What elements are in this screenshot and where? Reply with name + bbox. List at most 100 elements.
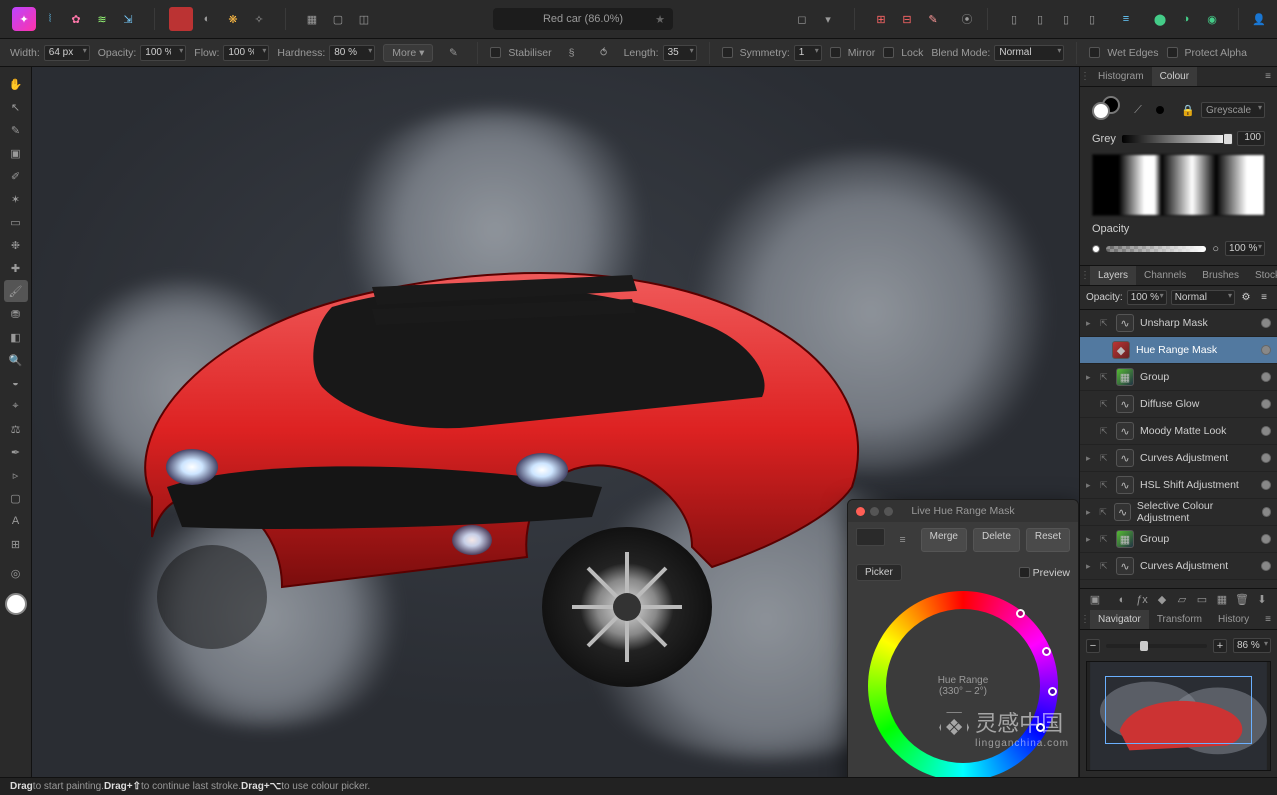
hue-handle-2[interactable]	[1042, 647, 1051, 656]
layer-row[interactable]: ⇱∿Diffuse Glow	[1080, 391, 1277, 418]
snap-icon[interactable]: ⊞	[869, 7, 893, 31]
disclosure-icon[interactable]: ▸	[1086, 372, 1094, 383]
layer-row[interactable]: ▸⇱∿Curves Adjustment	[1080, 553, 1277, 580]
heal-tool-icon[interactable]: ✚	[4, 257, 28, 279]
crop-tool-icon[interactable]: ▣	[4, 142, 28, 164]
hue-wheel[interactable]: Hue Range (330° – 2°)	[868, 591, 1058, 777]
mirror-check[interactable]	[830, 47, 841, 58]
boolean-intersect-icon[interactable]: ◉	[1200, 7, 1224, 31]
layer-row[interactable]: ▸⇱∿Selective Colour Adjustment	[1080, 499, 1277, 526]
zoom-in-button[interactable]: +	[1213, 639, 1227, 653]
persona-liquify-icon[interactable]: ✿	[64, 7, 88, 31]
select-invert-icon[interactable]: ◫	[352, 7, 376, 31]
rope-mode-icon[interactable]: §	[560, 41, 584, 65]
panel-menu-icon[interactable]: ≡	[1259, 71, 1277, 82]
tab-channels[interactable]: Channels	[1136, 266, 1194, 285]
gradient-icon[interactable]: ◐	[195, 7, 219, 31]
crop-icon[interactable]: ▱	[1173, 592, 1191, 608]
window-mode-icon[interactable]: ⥀	[592, 41, 616, 65]
selection-brush-tool-icon[interactable]: ✐	[4, 165, 28, 187]
preset-select[interactable]	[856, 528, 885, 546]
wet-check[interactable]	[1089, 47, 1100, 58]
blend-select[interactable]	[994, 45, 1064, 61]
fg-bg-swatches[interactable]	[1092, 96, 1120, 124]
length-input[interactable]	[663, 45, 697, 61]
disclosure-icon[interactable]: ▸	[1086, 534, 1094, 545]
spray-tool-icon[interactable]: ❉	[4, 234, 28, 256]
layer-row[interactable]: ▸⇱∿Curves Adjustment	[1080, 445, 1277, 472]
brush-preview-icon[interactable]: ✎	[441, 41, 465, 65]
move-tool-icon[interactable]: ↖	[4, 96, 28, 118]
grey-value[interactable]: 100	[1237, 131, 1265, 146]
opacity-handle-icon[interactable]	[1092, 245, 1100, 253]
disclosure-icon[interactable]: ▸	[1086, 453, 1094, 464]
more-button[interactable]: More ▾	[383, 44, 433, 62]
mesh-tool-icon[interactable]: ⊞	[4, 533, 28, 555]
preset-menu-icon[interactable]: ≡	[891, 528, 915, 552]
force-pixel-icon[interactable]: ✎	[921, 7, 945, 31]
tab-navigator[interactable]: Navigator	[1090, 610, 1149, 629]
group-icon[interactable]: ▭	[1193, 592, 1211, 608]
tab-transform[interactable]: Transform	[1149, 610, 1210, 629]
zoom-out-button[interactable]: −	[1086, 639, 1100, 653]
view-reset-icon[interactable]: ◎	[4, 562, 28, 584]
colour-model-select[interactable]	[1201, 102, 1265, 118]
layer-opacity-input[interactable]	[1127, 290, 1167, 305]
hue-handle-1[interactable]	[1016, 609, 1025, 618]
lock-check[interactable]	[883, 47, 894, 58]
arrange-forward-icon[interactable]: ▯	[1054, 7, 1078, 31]
layer-row[interactable]: ▸⇱▦Group	[1080, 364, 1277, 391]
tab-stock[interactable]: Stock	[1247, 266, 1277, 285]
node-tool-icon[interactable]: ▹	[4, 464, 28, 486]
layer-row[interactable]: ⇱∿Moody Matte Look	[1080, 418, 1277, 445]
hue-range-dialog[interactable]: Live Hue Range Mask ≡ Merge Delete Reset…	[847, 499, 1079, 777]
disclosure-icon[interactable]: ▸	[1086, 480, 1094, 491]
panel-grip-icon[interactable]: ⋮	[1080, 71, 1090, 82]
visibility-toggle[interactable]	[1261, 318, 1271, 328]
persona-photo-icon[interactable]: ⦚	[38, 7, 62, 31]
eraser-tool-icon[interactable]: ◧	[4, 326, 28, 348]
disclosure-icon[interactable]: ▸	[1086, 507, 1093, 518]
colour-picker-tool-icon[interactable]: ✎	[4, 119, 28, 141]
dropdown-icon[interactable]: ▾	[816, 7, 840, 31]
symmetry-input[interactable]	[794, 45, 822, 61]
dialog-titlebar[interactable]: Live Hue Range Mask	[848, 500, 1078, 522]
marquee-tool-icon[interactable]: ▭	[4, 211, 28, 233]
visibility-toggle[interactable]	[1261, 345, 1271, 355]
sample-swatch-icon[interactable]	[169, 7, 193, 31]
lock-colour-icon[interactable]: 🔒	[1181, 104, 1195, 117]
clone-tool-icon[interactable]: ⌖	[4, 395, 28, 417]
eyedropper-icon[interactable]: ⟋	[1126, 98, 1150, 122]
panel-grip-icon[interactable]: ⋮	[1080, 270, 1090, 281]
flow-input[interactable]	[223, 45, 269, 61]
account-icon[interactable]: 👤	[1247, 7, 1271, 31]
noise-toggle-icon[interactable]: ○	[1212, 243, 1219, 255]
disclosure-icon[interactable]: ▸	[1086, 561, 1094, 572]
arrange-front-icon[interactable]: ▯	[1080, 7, 1104, 31]
picker-button[interactable]: Picker	[856, 564, 902, 581]
visibility-toggle[interactable]	[1261, 426, 1271, 436]
hue-handle-4[interactable]	[1036, 723, 1045, 732]
foreground-swatch[interactable]	[5, 593, 27, 615]
zoom-tool-icon[interactable]: 🔍	[4, 349, 28, 371]
tab-history[interactable]: History	[1210, 610, 1257, 629]
tab-layers[interactable]: Layers	[1090, 266, 1136, 285]
hand-tool-icon[interactable]: ✋	[4, 73, 28, 95]
favourite-icon[interactable]: ★	[655, 13, 665, 26]
flood-select-tool-icon[interactable]: ✶	[4, 188, 28, 210]
visibility-toggle[interactable]	[1261, 453, 1271, 463]
panel-grip-icon[interactable]: ⋮	[1080, 614, 1090, 625]
adjustment-icon[interactable]: ◐	[1113, 592, 1131, 608]
layer-row[interactable]: ▸⇱∿HSL Shift Adjustment	[1080, 472, 1277, 499]
merge-button[interactable]: Merge	[921, 528, 967, 552]
layer-cog-icon[interactable]: ⚙	[1239, 292, 1253, 303]
layers-list[interactable]: ▸⇱∿Unsharp Mask◆Hue Range Mask▸⇱▦Group⇱∿…	[1080, 310, 1277, 588]
layer-row[interactable]: ▸⇱∿Unsharp Mask	[1080, 310, 1277, 337]
reset-button[interactable]: Reset	[1026, 528, 1070, 552]
auto-icon[interactable]: ✧	[247, 7, 271, 31]
visibility-toggle[interactable]	[1261, 480, 1271, 490]
width-input[interactable]	[44, 45, 90, 61]
live-filter-icon[interactable]: ◆	[1153, 592, 1171, 608]
panel-menu-icon[interactable]: ≡	[1259, 614, 1277, 625]
align-icon[interactable]: ≡	[1114, 7, 1138, 31]
